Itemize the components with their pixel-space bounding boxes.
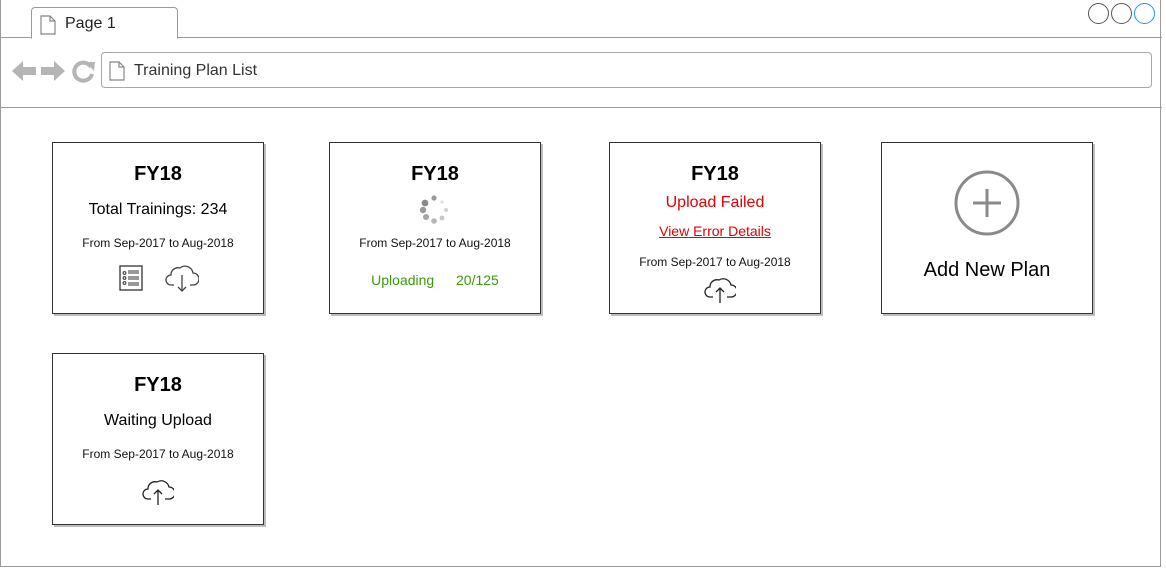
card-title: FY18 <box>134 374 182 396</box>
uploading-label: Uploading <box>371 272 435 288</box>
tab-page-1[interactable]: Page 1 <box>31 7 178 39</box>
browser-window: Page 1 Training Plan List FY18 Total Tra… <box>0 0 1162 567</box>
plan-card[interactable]: FY18 Waiting Upload From Sep-2017 to Aug… <box>52 353 264 525</box>
back-arrow-icon[interactable] <box>11 59 37 83</box>
list-icon[interactable] <box>119 265 143 291</box>
maximize-button[interactable] <box>1111 3 1132 24</box>
date-range: From Sep-2017 to Aug-2018 <box>82 236 234 250</box>
plus-circle-icon[interactable] <box>954 170 1020 236</box>
plan-card[interactable]: FY18 Total Trainings: 234 From Sep-2017 … <box>52 142 264 314</box>
address-text: Training Plan List <box>134 62 258 79</box>
add-new-plan-label: Add New Plan <box>923 259 1051 281</box>
cloud-upload-icon[interactable] <box>704 276 736 304</box>
date-range: From Sep-2017 to Aug-2018 <box>359 236 511 250</box>
page-icon <box>109 61 125 81</box>
plan-card[interactable]: FY18 Upload Failed View Error Details Fr… <box>609 142 821 314</box>
add-new-plan-card[interactable]: Add New Plan <box>881 142 1093 314</box>
card-title: FY18 <box>691 163 739 185</box>
total-trainings: Total Trainings: 234 <box>88 201 228 218</box>
navigation-bar: Training Plan List <box>1 38 1162 108</box>
view-error-details-link[interactable]: View Error Details <box>610 223 820 239</box>
window-controls <box>1088 3 1155 24</box>
tab-strip: Page 1 <box>1 0 1162 39</box>
upload-status: Uploading 20/125 <box>330 272 540 288</box>
address-bar[interactable]: Training Plan List <box>101 52 1152 88</box>
date-range: From Sep-2017 to Aug-2018 <box>639 255 791 269</box>
upload-failed-status: Upload Failed <box>665 194 765 211</box>
tab-label: Page 1 <box>65 15 116 32</box>
date-range: From Sep-2017 to Aug-2018 <box>82 447 234 461</box>
cloud-download-icon[interactable] <box>165 263 199 293</box>
cloud-upload-icon[interactable] <box>142 478 174 506</box>
loading-spinner-icon <box>419 195 448 224</box>
upload-progress: 20/125 <box>456 272 499 288</box>
waiting-upload-status: Waiting Upload <box>104 412 212 429</box>
plan-card[interactable]: FY18 From Sep-2017 to Aug-2018 Uploading… <box>329 142 541 314</box>
page-icon <box>40 15 56 35</box>
card-title: FY18 <box>411 163 459 185</box>
reload-icon[interactable] <box>72 59 96 83</box>
close-button[interactable] <box>1134 3 1155 24</box>
minimize-button[interactable] <box>1088 3 1109 24</box>
card-title: FY18 <box>134 163 182 185</box>
forward-arrow-icon[interactable] <box>40 59 66 83</box>
